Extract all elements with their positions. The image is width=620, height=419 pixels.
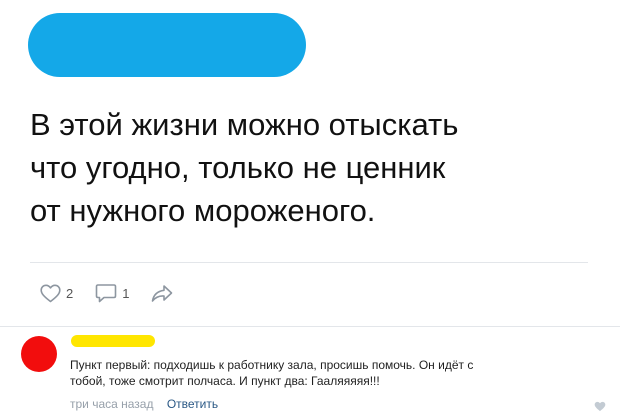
comment-button[interactable]: 1 bbox=[95, 283, 129, 304]
comment-time: три часа назад bbox=[70, 397, 154, 411]
like-button[interactable]: 2 bbox=[40, 284, 73, 303]
comment-avatar[interactable] bbox=[21, 336, 57, 372]
share-icon bbox=[151, 284, 173, 303]
comment-author-redacted[interactable] bbox=[71, 335, 155, 347]
like-count: 2 bbox=[66, 285, 74, 301]
comment-meta: три часа назад Ответить bbox=[70, 397, 218, 411]
comment-icon bbox=[95, 283, 117, 304]
comment-heart-icon bbox=[594, 399, 606, 416]
post-actions-bar: 2 1 bbox=[40, 280, 195, 306]
comment-like-button[interactable] bbox=[594, 399, 606, 417]
post-author-redacted[interactable] bbox=[28, 13, 306, 77]
reply-link[interactable]: Ответить bbox=[167, 397, 218, 411]
post-text: В этой жизни можно отыскать что угодно, … bbox=[30, 107, 459, 228]
comment-text: Пункт первый: подходишь к работнику зала… bbox=[70, 358, 474, 388]
heart-icon bbox=[40, 284, 61, 303]
comments-divider bbox=[0, 326, 620, 327]
comment-count: 1 bbox=[122, 285, 130, 301]
post-actions-divider bbox=[30, 262, 588, 263]
share-button[interactable] bbox=[151, 284, 173, 303]
